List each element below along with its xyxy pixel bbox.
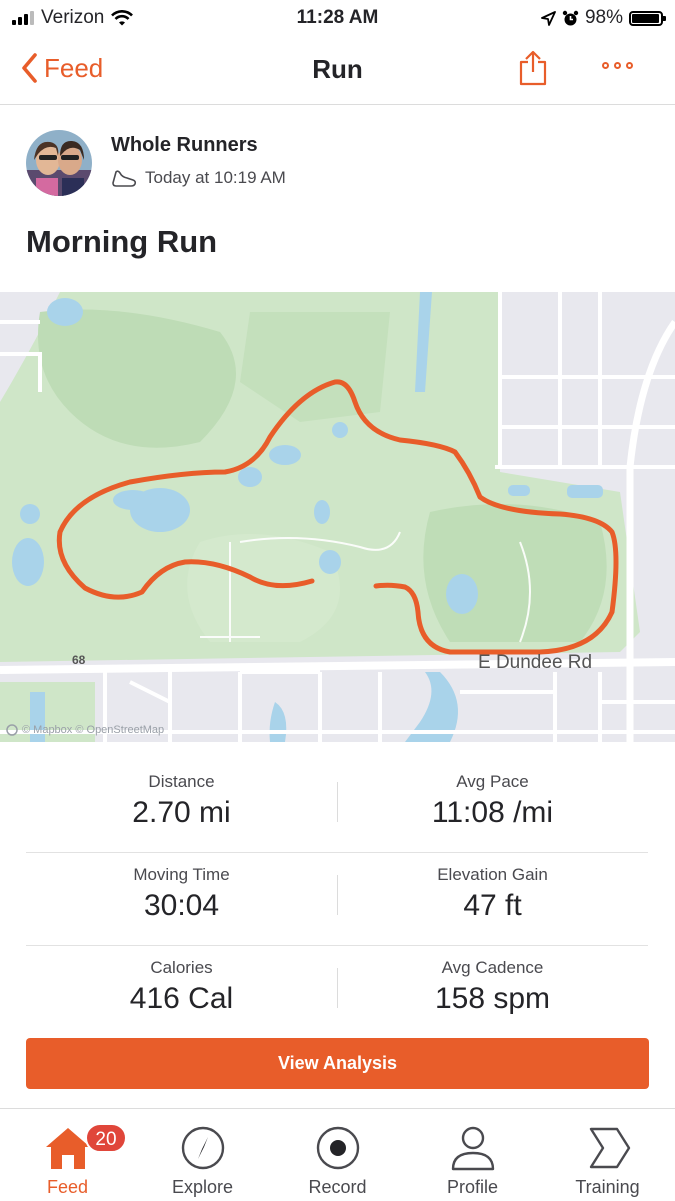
more-options-button[interactable] <box>602 62 633 69</box>
stat-label: Elevation Gain <box>437 865 548 884</box>
chevron-left-icon <box>22 53 37 83</box>
map-attribution: © Mapbox © OpenStreetMap <box>6 724 164 736</box>
mapbox-logo-icon <box>6 724 18 736</box>
battery-percent: 98% <box>584 7 623 28</box>
stat-label: Avg Cadence <box>441 958 544 977</box>
tab-label: Explore <box>171 1177 234 1197</box>
more-dot <box>614 62 621 69</box>
route-map[interactable]: E Dundee Rd 68 © Mapbox © OpenStreetMap <box>0 292 675 742</box>
stat-label: Avg Pace <box>456 772 529 791</box>
stat-value: 11:08 /mi <box>431 796 554 829</box>
tab-label: Feed <box>46 1177 89 1197</box>
more-dot <box>626 62 633 69</box>
nav-bar: Feed Run <box>0 36 675 105</box>
stat-avg-cadence: Avg Cadence 158 spm <box>337 946 648 1016</box>
tab-feed[interactable]: 20 Feed <box>0 1109 135 1201</box>
notification-badge: 20 <box>85 1123 127 1153</box>
status-bar: Verizon 11:28 AM 98% <box>0 0 675 36</box>
alarm-icon <box>562 10 579 25</box>
stat-distance: Distance 2.70 mi <box>26 760 337 830</box>
share-button[interactable] <box>518 50 548 91</box>
view-analysis-button[interactable]: View Analysis <box>26 1038 649 1089</box>
stat-label: Distance <box>148 772 215 791</box>
stat-calories: Calories 416 Cal <box>26 946 337 1016</box>
route-number-label: 68 <box>72 653 86 667</box>
tab-explore[interactable]: Explore <box>135 1109 270 1201</box>
back-button[interactable]: Feed <box>20 52 103 84</box>
stat-value: 30:04 <box>143 889 220 922</box>
compass-icon <box>181 1126 225 1170</box>
avatar-image <box>26 130 92 196</box>
activity-timestamp: Today at 10:19 AM <box>145 168 286 187</box>
map-canvas <box>0 292 675 742</box>
share-icon <box>519 50 547 86</box>
park-area <box>423 504 607 642</box>
tab-training[interactable]: Training <box>540 1109 675 1201</box>
tab-label: Profile <box>446 1177 499 1197</box>
tab-label: Record <box>308 1177 367 1197</box>
stat-value: 416 Cal <box>129 982 234 1015</box>
stat-moving-time: Moving Time 30:04 <box>26 853 337 923</box>
athlete-header: Whole Runners Today at 10:19 AM <box>26 128 646 198</box>
attribution-text: © Mapbox © OpenStreetMap <box>22 724 165 736</box>
tab-record[interactable]: Record <box>270 1109 405 1201</box>
park-area <box>187 534 340 642</box>
tab-profile[interactable]: Profile <box>405 1109 540 1201</box>
stat-value: 47 ft <box>463 889 522 922</box>
location-arrow-icon <box>541 10 556 26</box>
stat-elevation-gain: Elevation Gain 47 ft <box>337 853 648 923</box>
more-dot <box>602 62 609 69</box>
profile-icon <box>451 1126 495 1171</box>
stat-label: Moving Time <box>133 865 230 884</box>
activity-meta: Today at 10:19 AM <box>111 168 286 188</box>
stat-label: Calories <box>150 958 213 977</box>
status-right: 98% <box>541 7 666 29</box>
stat-value: 2.70 mi <box>132 796 231 829</box>
stats-row: Calories 416 Cal Avg Cadence 158 spm <box>26 946 648 1038</box>
athlete-name[interactable]: Whole Runners <box>111 134 258 157</box>
back-label: Feed <box>44 52 104 83</box>
stats-grid: Distance 2.70 mi Avg Pace 11:08 /mi Movi… <box>26 760 648 1038</box>
record-icon <box>316 1126 360 1170</box>
stat-avg-pace: Avg Pace 11:08 /mi <box>337 760 648 830</box>
activity-title: Morning Run <box>26 224 218 259</box>
tab-bar: 20 Feed Explore Record Profile Training <box>0 1108 675 1201</box>
tab-label: Training <box>575 1177 640 1197</box>
stats-row: Moving Time 30:04 Elevation Gain 47 ft <box>26 853 648 946</box>
stat-value: 158 spm <box>434 982 551 1015</box>
avatar[interactable] <box>26 130 92 196</box>
road-label: E Dundee Rd <box>478 652 593 673</box>
stats-row: Distance 2.70 mi Avg Pace 11:08 /mi <box>26 760 648 853</box>
training-icon <box>589 1127 631 1169</box>
shoe-icon <box>112 170 137 187</box>
battery-icon <box>629 10 666 26</box>
